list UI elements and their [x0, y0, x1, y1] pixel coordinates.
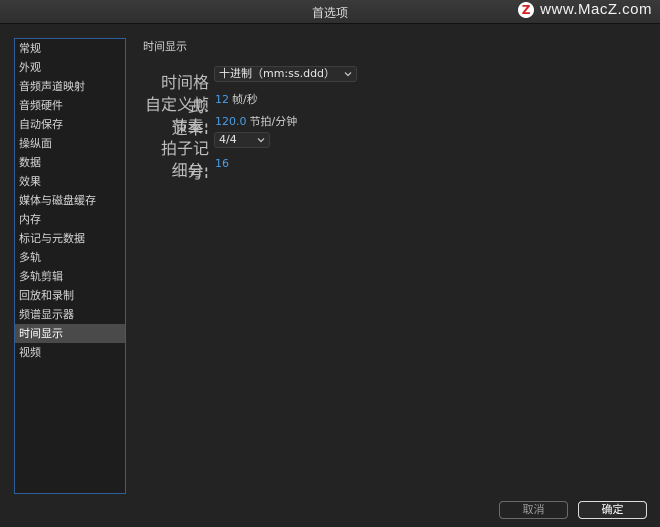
time-format-value: 十进制（mm:ss.ddd）: [219, 67, 336, 80]
sidebar-item-auto-save[interactable]: 自动保存: [15, 115, 125, 134]
custom-fps-unit: 帧/秒: [232, 93, 258, 106]
sidebar-item-audio-hardware[interactable]: 音频硬件: [15, 96, 125, 115]
cancel-button[interactable]: 取消: [499, 501, 568, 519]
tempo-value[interactable]: 120.0: [215, 115, 247, 128]
time-signature-value: 4/4: [219, 133, 237, 146]
chevron-down-icon: [257, 138, 265, 143]
category-list-items: 常规 外观 音频声道映射 音频硬件 自动保存 操纵面 数据 效果 媒体与磁盘缓存…: [15, 39, 125, 362]
sidebar-item-playback-recording[interactable]: 回放和录制: [15, 286, 125, 305]
title-bar: 首选项 Z www.MacZ.com: [0, 0, 660, 24]
sidebar-item-data[interactable]: 数据: [15, 153, 125, 172]
subdivision-label: 细分:: [171, 161, 209, 180]
subdivision-value[interactable]: 16: [215, 157, 229, 170]
sidebar-item-multitrack-clips[interactable]: 多轨剪辑: [15, 267, 125, 286]
sidebar-item-video[interactable]: 视频: [15, 343, 125, 362]
subdivision-row: 16: [215, 157, 229, 170]
time-format-dropdown[interactable]: 十进制（mm:ss.ddd）: [214, 66, 357, 82]
tempo-label: 节奏:: [171, 117, 209, 136]
preferences-category-list[interactable]: 常规 外观 音频声道映射 音频硬件 自动保存 操纵面 数据 效果 媒体与磁盘缓存…: [14, 38, 126, 494]
sidebar-item-general[interactable]: 常规: [15, 39, 125, 58]
sidebar-item-effects[interactable]: 效果: [15, 172, 125, 191]
sidebar-item-memory[interactable]: 内存: [15, 210, 125, 229]
watermark: Z www.MacZ.com: [518, 1, 652, 18]
preferences-window: 首选项 Z www.MacZ.com 常规 外观 音频声道映射 音频硬件 自动保…: [0, 0, 660, 527]
sidebar-item-spectral-displays[interactable]: 频谱显示器: [15, 305, 125, 324]
sidebar-item-media-disk-cache[interactable]: 媒体与磁盘缓存: [15, 191, 125, 210]
panel-title: 时间显示: [143, 40, 187, 53]
sidebar-item-control-surface[interactable]: 操纵面: [15, 134, 125, 153]
sidebar-item-appearance[interactable]: 外观: [15, 58, 125, 77]
sidebar-item-markers-metadata[interactable]: 标记与元数据: [15, 229, 125, 248]
sidebar-item-time-display[interactable]: 时间显示: [15, 324, 125, 343]
sidebar-item-audio-channel-mapping[interactable]: 音频声道映射: [15, 77, 125, 96]
sidebar-item-multitrack[interactable]: 多轨: [15, 248, 125, 267]
watermark-site: www.MacZ.com: [540, 1, 652, 18]
macz-logo-icon: Z: [518, 1, 535, 18]
custom-fps-value[interactable]: 12: [215, 93, 229, 106]
time-signature-dropdown[interactable]: 4/4: [214, 132, 270, 148]
ok-button[interactable]: 确定: [578, 501, 647, 519]
tempo-unit: 节拍/分钟: [249, 115, 298, 128]
chevron-down-icon: [344, 72, 352, 77]
tempo-row: 120.0 节拍/分钟: [215, 113, 297, 129]
custom-fps-row: 12 帧/秒: [215, 91, 258, 107]
